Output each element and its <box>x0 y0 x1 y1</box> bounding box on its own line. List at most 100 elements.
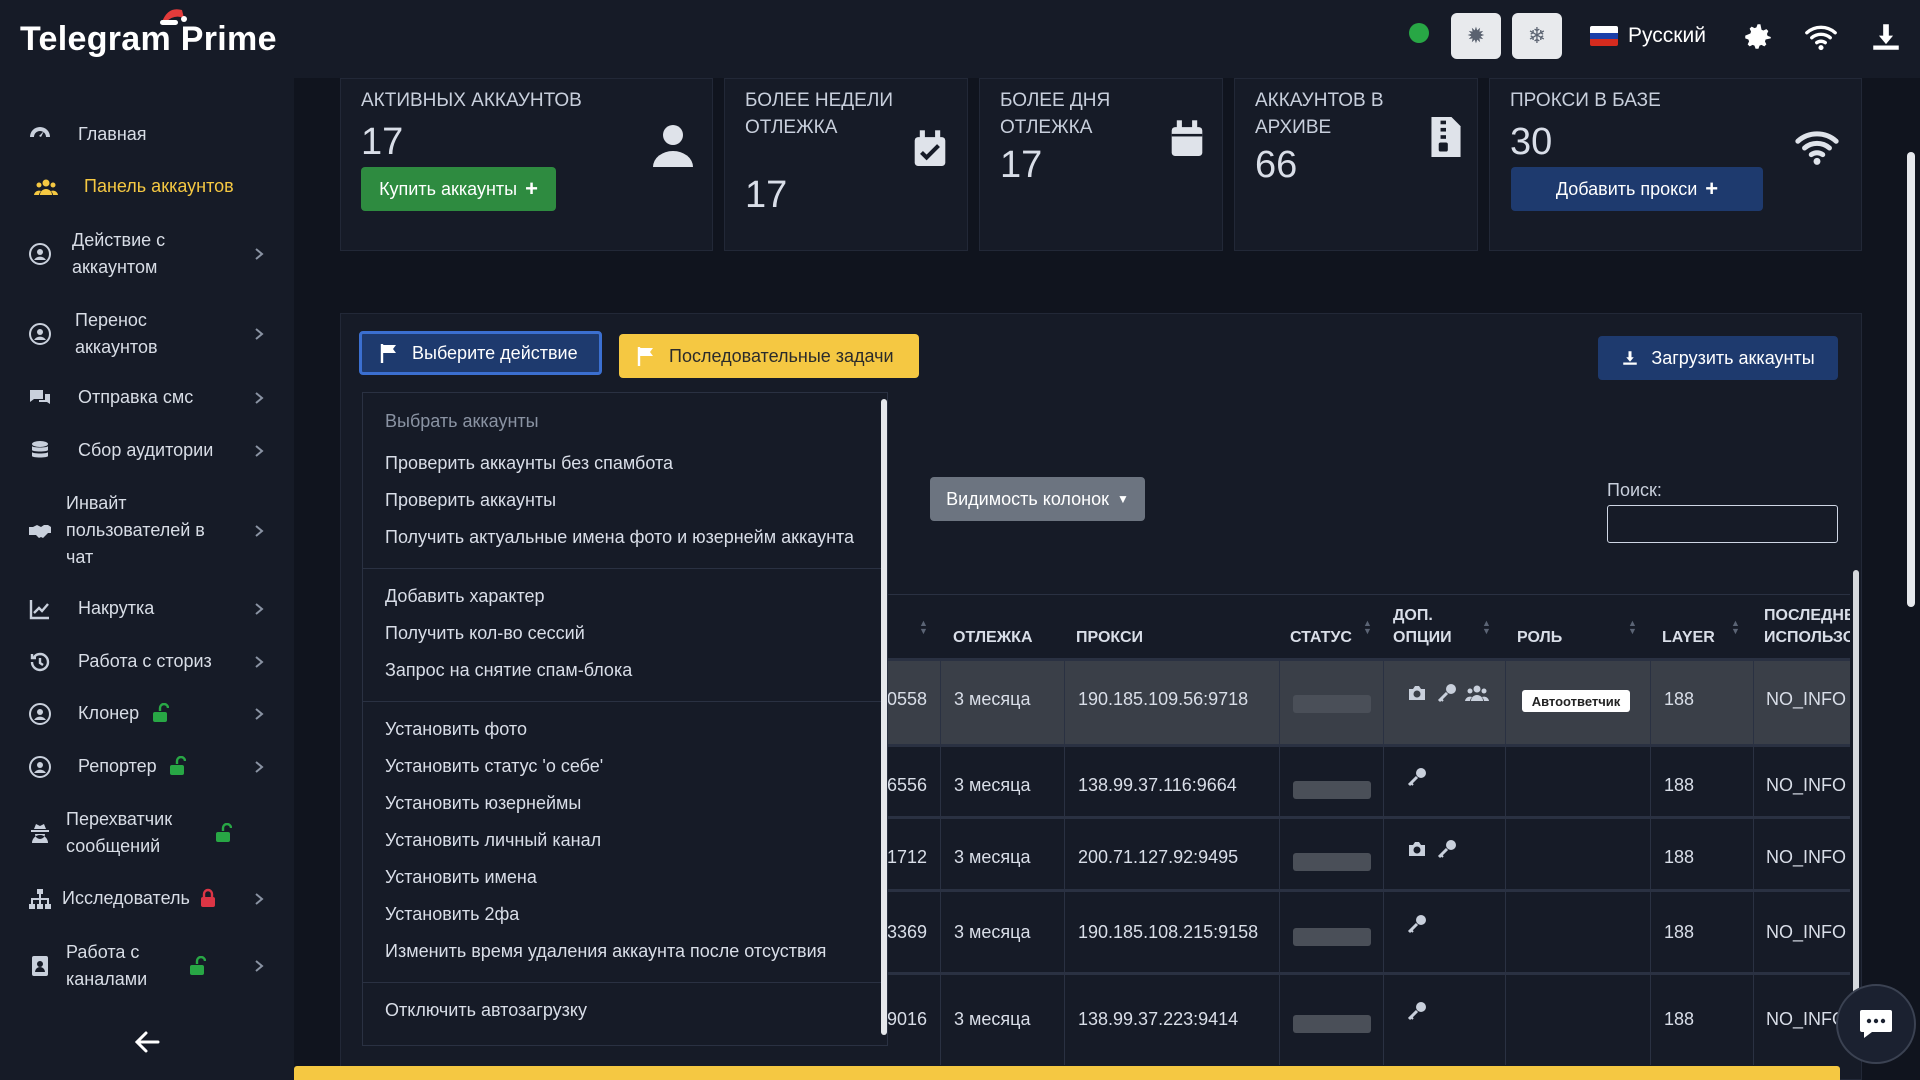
chevron-right-icon <box>255 603 264 615</box>
dropdown-item[interactable]: Получить кол-во сессий <box>385 623 585 644</box>
status-pill <box>1293 1015 1371 1033</box>
sidebar-item-send-sms[interactable]: Отправка смс <box>0 381 294 415</box>
dropdown-item[interactable]: Изменить время удаления аккаунта после о… <box>385 941 826 962</box>
table-row[interactable]: 3369 3 месяца 190.185.108.215:9158 188 N… <box>883 889 1850 975</box>
table-row[interactable]: 1712 3 месяца 200.71.127.92:9495 188 NO_… <box>883 816 1850 892</box>
connection-status-indicator <box>1409 23 1429 43</box>
sidebar-item-boost[interactable]: Накрутка <box>0 592 294 626</box>
dropdown-item[interactable]: Установить 2фа <box>385 904 519 925</box>
dropdown-item[interactable]: Проверить аккаунты <box>385 490 556 511</box>
wifi-icon <box>1795 131 1839 165</box>
chevron-right-icon <box>255 656 264 668</box>
dropdown-divider <box>363 701 881 702</box>
sequential-tasks-button[interactable]: Последовательные задачи <box>619 334 919 378</box>
column-header-last-used[interactable]: Последне использо <box>1764 605 1850 649</box>
gear-icon[interactable] <box>1741 20 1775 54</box>
sidebar-item-accounts-panel[interactable]: Панель аккаунтов <box>0 170 294 204</box>
language-selector[interactable]: Русский <box>1590 24 1706 48</box>
history-icon <box>30 652 50 672</box>
sort-icon: ▲ ▼ <box>1628 618 1637 636</box>
cell-layer: 188 <box>1664 1009 1695 1029</box>
sidebar-item-channels[interactable]: Работа с каналами <box>0 938 294 994</box>
sidebar-item-account-actions[interactable]: Действие с аккаунтом <box>0 226 294 282</box>
calendar-icon <box>1171 120 1203 156</box>
status-pill <box>1293 781 1371 799</box>
sidebar-item-stories[interactable]: Работа с сториз <box>0 645 294 679</box>
stat-label: Прокси в базе <box>1510 90 1661 111</box>
chevron-right-icon <box>255 960 264 972</box>
users-icon <box>34 179 58 195</box>
theme-light-button[interactable]: ✹ <box>1451 13 1501 59</box>
sidebar-item-account-transfer[interactable]: Перенос аккаунтов <box>0 306 294 362</box>
dropdown-item[interactable]: Установить фото <box>385 719 527 740</box>
page-scrollbar[interactable] <box>1907 152 1915 607</box>
table-scrollbar[interactable] <box>1853 570 1859 1050</box>
sort-icon: ▲ ▼ <box>1731 618 1740 636</box>
cell-rest: 3 месяца <box>954 922 1031 942</box>
stat-card-day-rest: Более дня отлежка 17 <box>979 78 1223 251</box>
unlock-icon <box>216 823 232 842</box>
sidebar-item-home[interactable]: Главная <box>0 118 294 152</box>
sitemap-icon <box>29 889 51 909</box>
dropdown-item[interactable]: Установить личный канал <box>385 830 601 851</box>
caret-down-icon: ▼ <box>1116 492 1129 506</box>
dropdown-item[interactable]: Проверить аккаунты без спамбота <box>385 453 673 474</box>
user-circle-icon <box>29 243 51 265</box>
chevron-right-icon <box>255 328 264 340</box>
file-archive-icon <box>1431 117 1461 157</box>
brand-logo[interactable]: Telegram Prime <box>20 20 277 59</box>
column-header-proxy[interactable]: Прокси <box>1076 627 1143 649</box>
wifi-icon[interactable] <box>1804 20 1838 54</box>
stat-value: 17 <box>1000 144 1043 186</box>
buy-accounts-button[interactable]: Купить аккаунты + <box>361 167 556 211</box>
theme-winter-button[interactable]: ❄ <box>1512 13 1562 59</box>
sidebar-item-message-interceptor[interactable]: Перехватчик сообщений <box>0 805 294 861</box>
table-row[interactable]: 9016 3 месяца 138.99.37.223:9414 188 NO_… <box>883 972 1850 1065</box>
dropdown-item[interactable]: Запрос на снятие спам-блока <box>385 660 632 681</box>
upload-accounts-button[interactable]: Загрузить аккаунты <box>1598 336 1838 380</box>
dropdown-item[interactable]: Отключить автозагрузку <box>385 1000 587 1021</box>
sidebar-item-audience-collection[interactable]: Сбор аудитории <box>0 434 294 468</box>
column-header-status[interactable]: Статус <box>1290 627 1352 649</box>
flag-icon <box>380 344 396 363</box>
table-row[interactable]: 6556 3 месяца 138.99.37.116:9664 188 NO_… <box>883 744 1850 819</box>
column-header-rest[interactable]: Отлежка <box>953 627 1033 649</box>
dropdown-item[interactable]: Установить юзернеймы <box>385 793 581 814</box>
add-proxy-button[interactable]: Добавить прокси + <box>1511 167 1763 211</box>
support-chat-button[interactable] <box>1836 984 1916 1064</box>
sidebar-item-invite-users[interactable]: Инвайт пользователей в чат <box>0 489 294 573</box>
dropdown-item[interactable]: Получить актуальные имена фото и юзерней… <box>385 527 854 548</box>
key-icon <box>1407 915 1426 934</box>
search-input[interactable] <box>1607 505 1838 543</box>
dropdown-scrollbar[interactable] <box>881 399 887 1035</box>
stat-value: 17 <box>745 174 788 216</box>
unlock-icon <box>190 956 206 975</box>
key-icon <box>1437 840 1456 859</box>
cell-rest: 3 месяца <box>954 847 1031 867</box>
dropdown-item[interactable]: Установить имена <box>385 867 537 888</box>
dropdown-item[interactable]: Добавить характер <box>385 586 545 607</box>
language-label: Русский <box>1628 24 1706 47</box>
column-header-options[interactable]: Доп. опции <box>1393 605 1473 649</box>
column-visibility-button[interactable]: Видимость колонок ▼ <box>930 477 1145 521</box>
download-icon <box>1623 351 1638 365</box>
snowflake-icon: ❄ <box>1527 23 1547 48</box>
key-icon <box>1407 768 1426 787</box>
camera-icon <box>1409 842 1425 856</box>
unlock-icon <box>153 703 169 722</box>
dropdown-item[interactable]: Установить статус 'о себе' <box>385 756 603 777</box>
sidebar-item-researcher[interactable]: Исследователь <box>0 882 294 916</box>
collapse-sidebar-arrow-icon[interactable] <box>134 1030 160 1054</box>
table-row[interactable]: 0558 3 месяца 190.185.109.56:9718 Автоот… <box>883 658 1850 747</box>
sidebar-item-cloner[interactable]: Клонер <box>0 697 294 731</box>
choose-action-button[interactable]: Выберите действие <box>359 331 602 375</box>
cell-proxy: 190.185.108.215:9158 <box>1078 922 1259 942</box>
top-bar: Telegram Prime ✹ ❄ Русский <box>0 0 1920 78</box>
sidebar-item-reporter[interactable]: Репортер <box>0 750 294 784</box>
chat-icon <box>1860 1010 1892 1038</box>
column-header-role[interactable]: Роль <box>1517 627 1562 649</box>
column-header-layer[interactable]: Layer <box>1662 627 1715 649</box>
download-icon[interactable] <box>1869 20 1903 54</box>
accounts-table: ▲ ▼ Отлежка Прокси Статус ▲ ▼ Доп. опции ▲… <box>883 594 1850 1080</box>
chevron-right-icon <box>255 893 264 905</box>
